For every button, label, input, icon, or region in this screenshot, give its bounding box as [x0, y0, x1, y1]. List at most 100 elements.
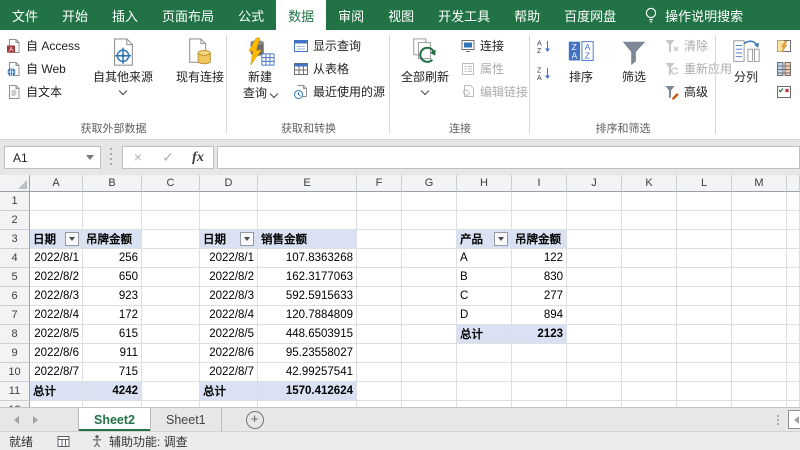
cell-A10[interactable]: 2022/8/7	[30, 363, 83, 382]
cell-I5[interactable]: 830	[512, 268, 567, 287]
cell-J5[interactable]	[567, 268, 622, 287]
cell-J4[interactable]	[567, 249, 622, 268]
cell-J3[interactable]	[567, 230, 622, 249]
cell-K4[interactable]	[622, 249, 677, 268]
cell-F10[interactable]	[357, 363, 402, 382]
cell-A9[interactable]: 2022/8/6	[30, 344, 83, 363]
cell-F8[interactable]	[357, 325, 402, 344]
column-header-C[interactable]: C	[142, 175, 200, 192]
cell-H3[interactable]: 产品	[457, 230, 512, 249]
ribbon-tab-page-layout[interactable]: 页面布局	[150, 0, 226, 30]
column-header-I[interactable]: I	[512, 175, 567, 192]
text-to-columns-button[interactable]: 分列	[719, 32, 773, 123]
tab-bar-handle[interactable]	[777, 418, 779, 421]
cell-C5[interactable]	[142, 268, 200, 287]
row-header-8[interactable]: 8	[0, 325, 30, 344]
existing-connections-button[interactable]: 现有连接	[167, 32, 233, 123]
cell-H11[interactable]	[457, 382, 512, 401]
cell-I4[interactable]: 122	[512, 249, 567, 268]
row-header-1[interactable]: 1	[0, 192, 30, 211]
cell-D1[interactable]	[200, 192, 258, 211]
cell-H10[interactable]	[457, 363, 512, 382]
cell-M6[interactable]	[732, 287, 787, 306]
ribbon-tab-data[interactable]: 数据	[276, 0, 327, 30]
cell-C10[interactable]	[142, 363, 200, 382]
cell-K5[interactable]	[622, 268, 677, 287]
name-box-dropdown-icon[interactable]	[86, 155, 94, 160]
cell-D5[interactable]: 2022/8/2	[200, 268, 258, 287]
cell-overflow[interactable]	[787, 249, 800, 268]
filter-button[interactable]	[240, 232, 254, 246]
cell-I3[interactable]: 吊牌金额	[512, 230, 567, 249]
cell-G9[interactable]	[402, 344, 457, 363]
cell-L10[interactable]	[677, 363, 732, 382]
cell-overflow[interactable]	[787, 211, 800, 230]
cell-L11[interactable]	[677, 382, 732, 401]
row-header-4[interactable]: 4	[0, 249, 30, 268]
cell-M10[interactable]	[732, 363, 787, 382]
cell-overflow[interactable]	[787, 268, 800, 287]
sheet-tab-sheet2[interactable]: Sheet2	[78, 408, 151, 431]
column-header-J[interactable]: J	[567, 175, 622, 192]
cell-G8[interactable]	[402, 325, 457, 344]
cell-A1[interactable]	[30, 192, 83, 211]
cell-G7[interactable]	[402, 306, 457, 325]
cell-A8[interactable]: 2022/8/5	[30, 325, 83, 344]
sort-descending-button[interactable]: ZA	[533, 64, 555, 82]
cell-E9[interactable]: 95.23558027	[258, 344, 357, 363]
select-all-corner[interactable]	[0, 175, 30, 192]
cell-K11[interactable]	[622, 382, 677, 401]
cell-D11[interactable]: 总计	[200, 382, 258, 401]
formula-bar-handle[interactable]	[110, 152, 112, 155]
cell-I1[interactable]	[512, 192, 567, 211]
accessibility-status[interactable]: 辅助功能: 调查	[90, 433, 188, 450]
ribbon-tab-formulas[interactable]: 公式	[226, 0, 276, 30]
cell-G4[interactable]	[402, 249, 457, 268]
cell-B10[interactable]: 715	[83, 363, 142, 382]
cell-K3[interactable]	[622, 230, 677, 249]
cell-A7[interactable]: 2022/8/4	[30, 306, 83, 325]
cell-I11[interactable]	[512, 382, 567, 401]
cell-G11[interactable]	[402, 382, 457, 401]
cell-G3[interactable]	[402, 230, 457, 249]
column-header-L[interactable]: L	[677, 175, 732, 192]
column-header-F[interactable]: F	[357, 175, 402, 192]
column-header-A[interactable]: A	[30, 175, 83, 192]
cell-F4[interactable]	[357, 249, 402, 268]
ribbon-tab-file[interactable]: 文件	[0, 0, 50, 30]
previous-sheet-icon[interactable]	[14, 415, 19, 424]
cell-F1[interactable]	[357, 192, 402, 211]
sheet-tab-sheet1[interactable]: Sheet1	[151, 408, 222, 431]
from-table-button[interactable]: 从表格	[290, 57, 388, 80]
cell-K1[interactable]	[622, 192, 677, 211]
cell-M7[interactable]	[732, 306, 787, 325]
data-validation-button[interactable]	[773, 80, 795, 103]
row-header-3[interactable]: 3	[0, 230, 30, 249]
cell-B4[interactable]: 256	[83, 249, 142, 268]
cell-C1[interactable]	[142, 192, 200, 211]
cell-C2[interactable]	[142, 211, 200, 230]
cell-E8[interactable]: 448.6503915	[258, 325, 357, 344]
cell-G10[interactable]	[402, 363, 457, 382]
cell-B2[interactable]	[83, 211, 142, 230]
cell-I7[interactable]: 894	[512, 306, 567, 325]
cell-L6[interactable]	[677, 287, 732, 306]
row-header-9[interactable]: 9	[0, 344, 30, 363]
cell-G2[interactable]	[402, 211, 457, 230]
ribbon-tab-review[interactable]: 审阅	[326, 0, 376, 30]
formula-input[interactable]	[217, 146, 800, 169]
cell-M9[interactable]	[732, 344, 787, 363]
cell-I6[interactable]: 277	[512, 287, 567, 306]
cell-A2[interactable]	[30, 211, 83, 230]
cell-L8[interactable]	[677, 325, 732, 344]
cell-D4[interactable]: 2022/8/1	[200, 249, 258, 268]
cell-K10[interactable]	[622, 363, 677, 382]
cell-M2[interactable]	[732, 211, 787, 230]
column-header-E[interactable]: E	[258, 175, 357, 192]
cell-F9[interactable]	[357, 344, 402, 363]
cell-J7[interactable]	[567, 306, 622, 325]
row-header-2[interactable]: 2	[0, 211, 30, 230]
cell-B5[interactable]: 650	[83, 268, 142, 287]
cell-H2[interactable]	[457, 211, 512, 230]
cell-I2[interactable]	[512, 211, 567, 230]
